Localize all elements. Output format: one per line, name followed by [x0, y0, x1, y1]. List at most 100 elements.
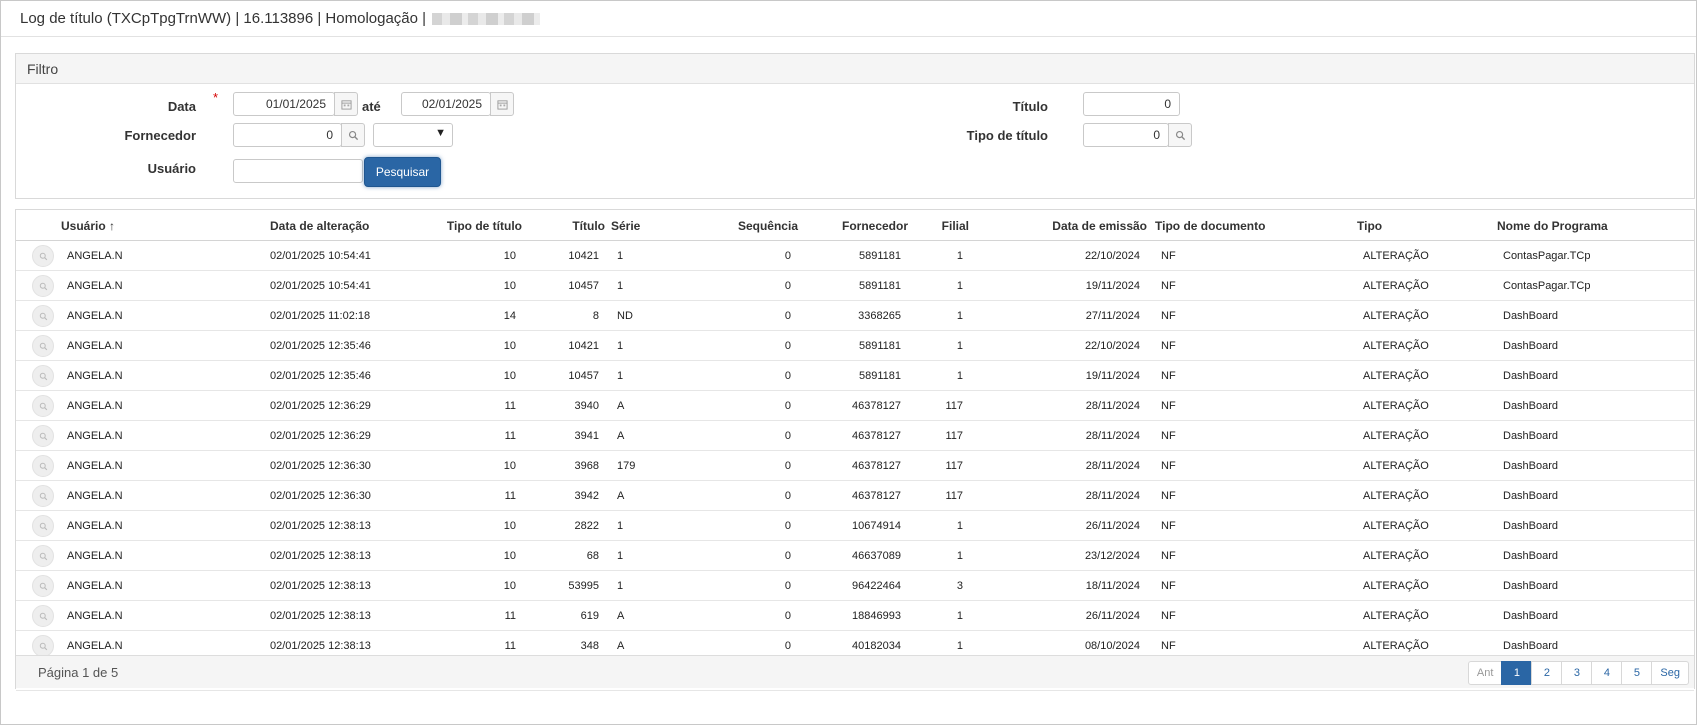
table-row[interactable]: ANGELA.N 02/01/2025 12:38:13 10 53995 1 …	[16, 571, 1694, 601]
tipo-titulo-input[interactable]	[1083, 123, 1169, 147]
cell-data-alteracao: 02/01/2025 12:38:13	[270, 610, 371, 622]
calendar-icon[interactable]	[490, 92, 514, 116]
col-usuario[interactable]: Usuário ↑	[61, 219, 115, 233]
cell-filial: 1	[956, 550, 963, 562]
col-tipo-documento[interactable]: Tipo de documento	[1155, 219, 1265, 233]
pager: Ant 1 2 3 4 5 Seg	[1467, 661, 1689, 685]
search-icon[interactable]	[32, 635, 54, 657]
search-icon[interactable]	[32, 365, 54, 387]
cell-tipo: ALTERAÇÃO	[1363, 490, 1429, 502]
cell-tipo-documento: NF	[1161, 430, 1176, 442]
cell-data-emissao: 19/11/2024	[1085, 280, 1140, 292]
search-icon[interactable]	[32, 275, 54, 297]
cell-tipo-titulo: 11	[504, 610, 516, 622]
table-row[interactable]: ANGELA.N 02/01/2025 12:36:30 10 3968 179…	[16, 451, 1694, 481]
table-row[interactable]: ANGELA.N 02/01/2025 11:02:18 14 8 ND 0 3…	[16, 301, 1694, 331]
col-nome-programa[interactable]: Nome do Programa	[1497, 219, 1608, 233]
table-row[interactable]: ANGELA.N 02/01/2025 10:54:41 10 10457 1 …	[16, 271, 1694, 301]
cell-data-emissao: 28/11/2024	[1085, 490, 1140, 502]
search-icon[interactable]	[32, 605, 54, 627]
cell-filial: 117	[945, 430, 963, 442]
table-row[interactable]: ANGELA.N 02/01/2025 12:35:46 10 10457 1 …	[16, 361, 1694, 391]
cell-data-emissao: 19/11/2024	[1085, 370, 1140, 382]
fornecedor-input[interactable]	[233, 123, 342, 147]
search-icon[interactable]	[32, 335, 54, 357]
col-data-alteracao[interactable]: Data de alteração	[270, 219, 369, 233]
page-button-5[interactable]: 5	[1621, 661, 1653, 685]
cell-usuario: ANGELA.N	[67, 610, 123, 622]
cell-data-alteracao: 02/01/2025 12:36:30	[270, 460, 371, 472]
search-icon[interactable]	[32, 245, 54, 267]
cell-tipo: ALTERAÇÃO	[1363, 250, 1429, 262]
table-row[interactable]: ANGELA.N 02/01/2025 12:38:13 10 2822 1 0…	[16, 511, 1694, 541]
cell-tipo-documento: NF	[1161, 310, 1176, 322]
pesquisar-button[interactable]: Pesquisar	[364, 157, 441, 187]
cell-sequencia: 0	[784, 610, 791, 622]
cell-sequencia: 0	[784, 520, 791, 532]
cell-data-emissao: 08/10/2024	[1084, 640, 1140, 652]
col-filial[interactable]: Filial	[916, 219, 969, 233]
cell-usuario: ANGELA.N	[67, 310, 123, 322]
col-serie[interactable]: Série	[611, 219, 640, 233]
cell-usuario: ANGELA.N	[67, 640, 123, 652]
cell-fornecedor: 10674914	[852, 520, 901, 532]
col-tipo[interactable]: Tipo	[1357, 219, 1382, 233]
col-sequencia[interactable]: Sequência	[701, 219, 798, 233]
search-icon[interactable]	[341, 123, 365, 147]
search-icon[interactable]	[32, 515, 54, 537]
table-row[interactable]: ANGELA.N 02/01/2025 10:54:41 10 10421 1 …	[16, 241, 1694, 271]
search-icon[interactable]	[32, 455, 54, 477]
cell-data-alteracao: 02/01/2025 12:38:13	[270, 520, 371, 532]
cell-usuario: ANGELA.N	[67, 430, 123, 442]
date-from-input[interactable]	[233, 92, 335, 116]
prev-page-button[interactable]: Ant	[1467, 661, 1503, 685]
col-data-emissao[interactable]: Data de emissão	[1016, 219, 1147, 233]
search-icon[interactable]	[32, 575, 54, 597]
cell-data-emissao: 18/11/2024	[1085, 580, 1140, 592]
cell-tipo-documento: NF	[1161, 490, 1176, 502]
usuario-input[interactable]	[233, 159, 363, 183]
cell-sequencia: 0	[784, 640, 791, 652]
page-button-3[interactable]: 3	[1561, 661, 1593, 685]
cell-usuario: ANGELA.N	[67, 550, 123, 562]
search-icon[interactable]	[32, 545, 54, 567]
search-icon[interactable]	[32, 425, 54, 447]
cell-tipo-documento: NF	[1161, 460, 1176, 472]
cell-data-alteracao: 02/01/2025 12:38:13	[270, 580, 371, 592]
cell-tipo-documento: NF	[1161, 370, 1176, 382]
col-tipo-titulo[interactable]: Tipo de título	[416, 219, 522, 233]
cell-tipo: ALTERAÇÃO	[1363, 370, 1429, 382]
col-fornecedor[interactable]: Fornecedor	[816, 219, 908, 233]
search-icon[interactable]	[32, 395, 54, 417]
search-icon[interactable]	[32, 485, 54, 507]
cell-nome-programa: DashBoard	[1503, 400, 1559, 412]
search-icon[interactable]	[32, 305, 54, 327]
date-to-input[interactable]	[401, 92, 491, 116]
cell-data-alteracao: 02/01/2025 12:36:30	[270, 490, 371, 502]
page-button-2[interactable]: 2	[1531, 661, 1563, 685]
next-page-button[interactable]: Seg	[1651, 661, 1689, 685]
window-title: Log de título (TXCpTpgTrnWW) | 16.113896…	[20, 10, 427, 27]
calendar-icon[interactable]	[334, 92, 358, 116]
cell-nome-programa: DashBoard	[1503, 490, 1559, 502]
table-row[interactable]: ANGELA.N 02/01/2025 12:36:30 11 3942 A 0…	[16, 481, 1694, 511]
cell-filial: 1	[956, 340, 963, 352]
col-titulo[interactable]: Título	[556, 219, 605, 233]
table-row[interactable]: ANGELA.N 02/01/2025 12:36:29 11 3941 A 0…	[16, 421, 1694, 451]
ate-label: até	[362, 99, 381, 114]
table-row[interactable]: ANGELA.N 02/01/2025 12:38:13 11 619 A 0 …	[16, 601, 1694, 631]
page-button-4[interactable]: 4	[1591, 661, 1623, 685]
table-row[interactable]: ANGELA.N 02/01/2025 12:38:13 10 68 1 0 4…	[16, 541, 1694, 571]
table-row[interactable]: ANGELA.N 02/01/2025 12:35:46 10 10421 1 …	[16, 331, 1694, 361]
table-row[interactable]: ANGELA.N 02/01/2025 12:36:29 11 3940 A 0…	[16, 391, 1694, 421]
fornecedor-select[interactable]: ▼	[373, 123, 453, 147]
cell-fornecedor: 46637089	[852, 550, 901, 562]
page-button-1[interactable]: 1	[1501, 661, 1533, 685]
cell-serie: 1	[617, 340, 624, 352]
cell-fornecedor: 40182034	[852, 640, 901, 652]
titulo-input[interactable]	[1083, 92, 1180, 116]
search-icon[interactable]	[1168, 123, 1192, 147]
cell-titulo: 10421	[568, 250, 599, 262]
cell-sequencia: 0	[784, 340, 791, 352]
cell-data-emissao: 28/11/2024	[1085, 400, 1140, 412]
